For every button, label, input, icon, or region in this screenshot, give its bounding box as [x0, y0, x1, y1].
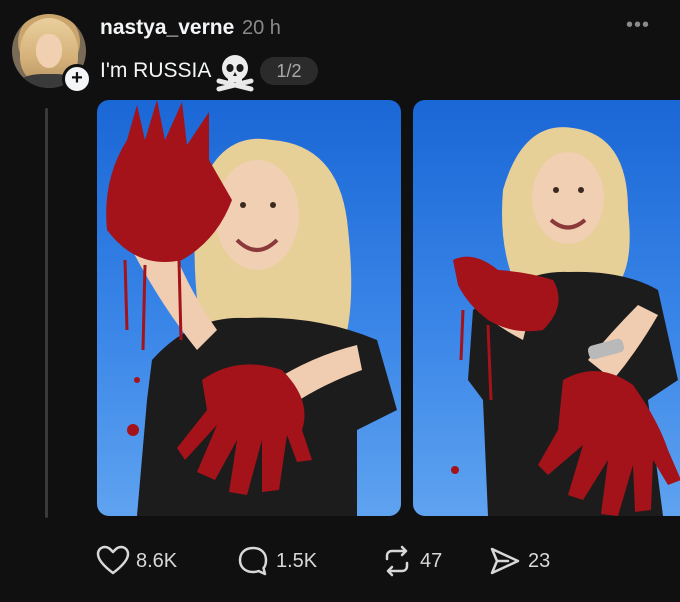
- photo-1[interactable]: [97, 100, 401, 516]
- share-count: 23: [528, 549, 551, 572]
- repost-count: 47: [420, 549, 443, 572]
- share-send-icon: [490, 547, 520, 575]
- username[interactable]: nastya_verne: [100, 16, 234, 40]
- avatar-face: [36, 34, 62, 68]
- thread-line: [45, 108, 48, 518]
- photo-2-illustration: [451, 127, 680, 516]
- repost-icon: [385, 545, 409, 577]
- more-options-icon[interactable]: •••: [626, 14, 650, 37]
- page-indicator-badge: 1/2: [260, 57, 318, 85]
- photo-2[interactable]: [413, 100, 680, 516]
- reply-count: 1.5K: [276, 549, 318, 572]
- reply-bubble-icon: [238, 546, 268, 576]
- repost-button[interactable]: 47: [380, 543, 442, 579]
- like-button[interactable]: 8.6K: [96, 543, 177, 579]
- photo-1-illustration: [106, 100, 397, 516]
- heart-icon: [96, 545, 130, 575]
- share-button[interactable]: 23: [488, 543, 550, 579]
- post-time: 20 h: [242, 17, 281, 39]
- reply-button[interactable]: 1.5K: [236, 543, 317, 579]
- skull-and-crossbones-icon: [216, 55, 254, 92]
- follow-plus-icon[interactable]: +: [62, 64, 92, 94]
- post-caption: I'm RUSSIA: [100, 59, 212, 82]
- like-count: 8.6K: [136, 549, 178, 572]
